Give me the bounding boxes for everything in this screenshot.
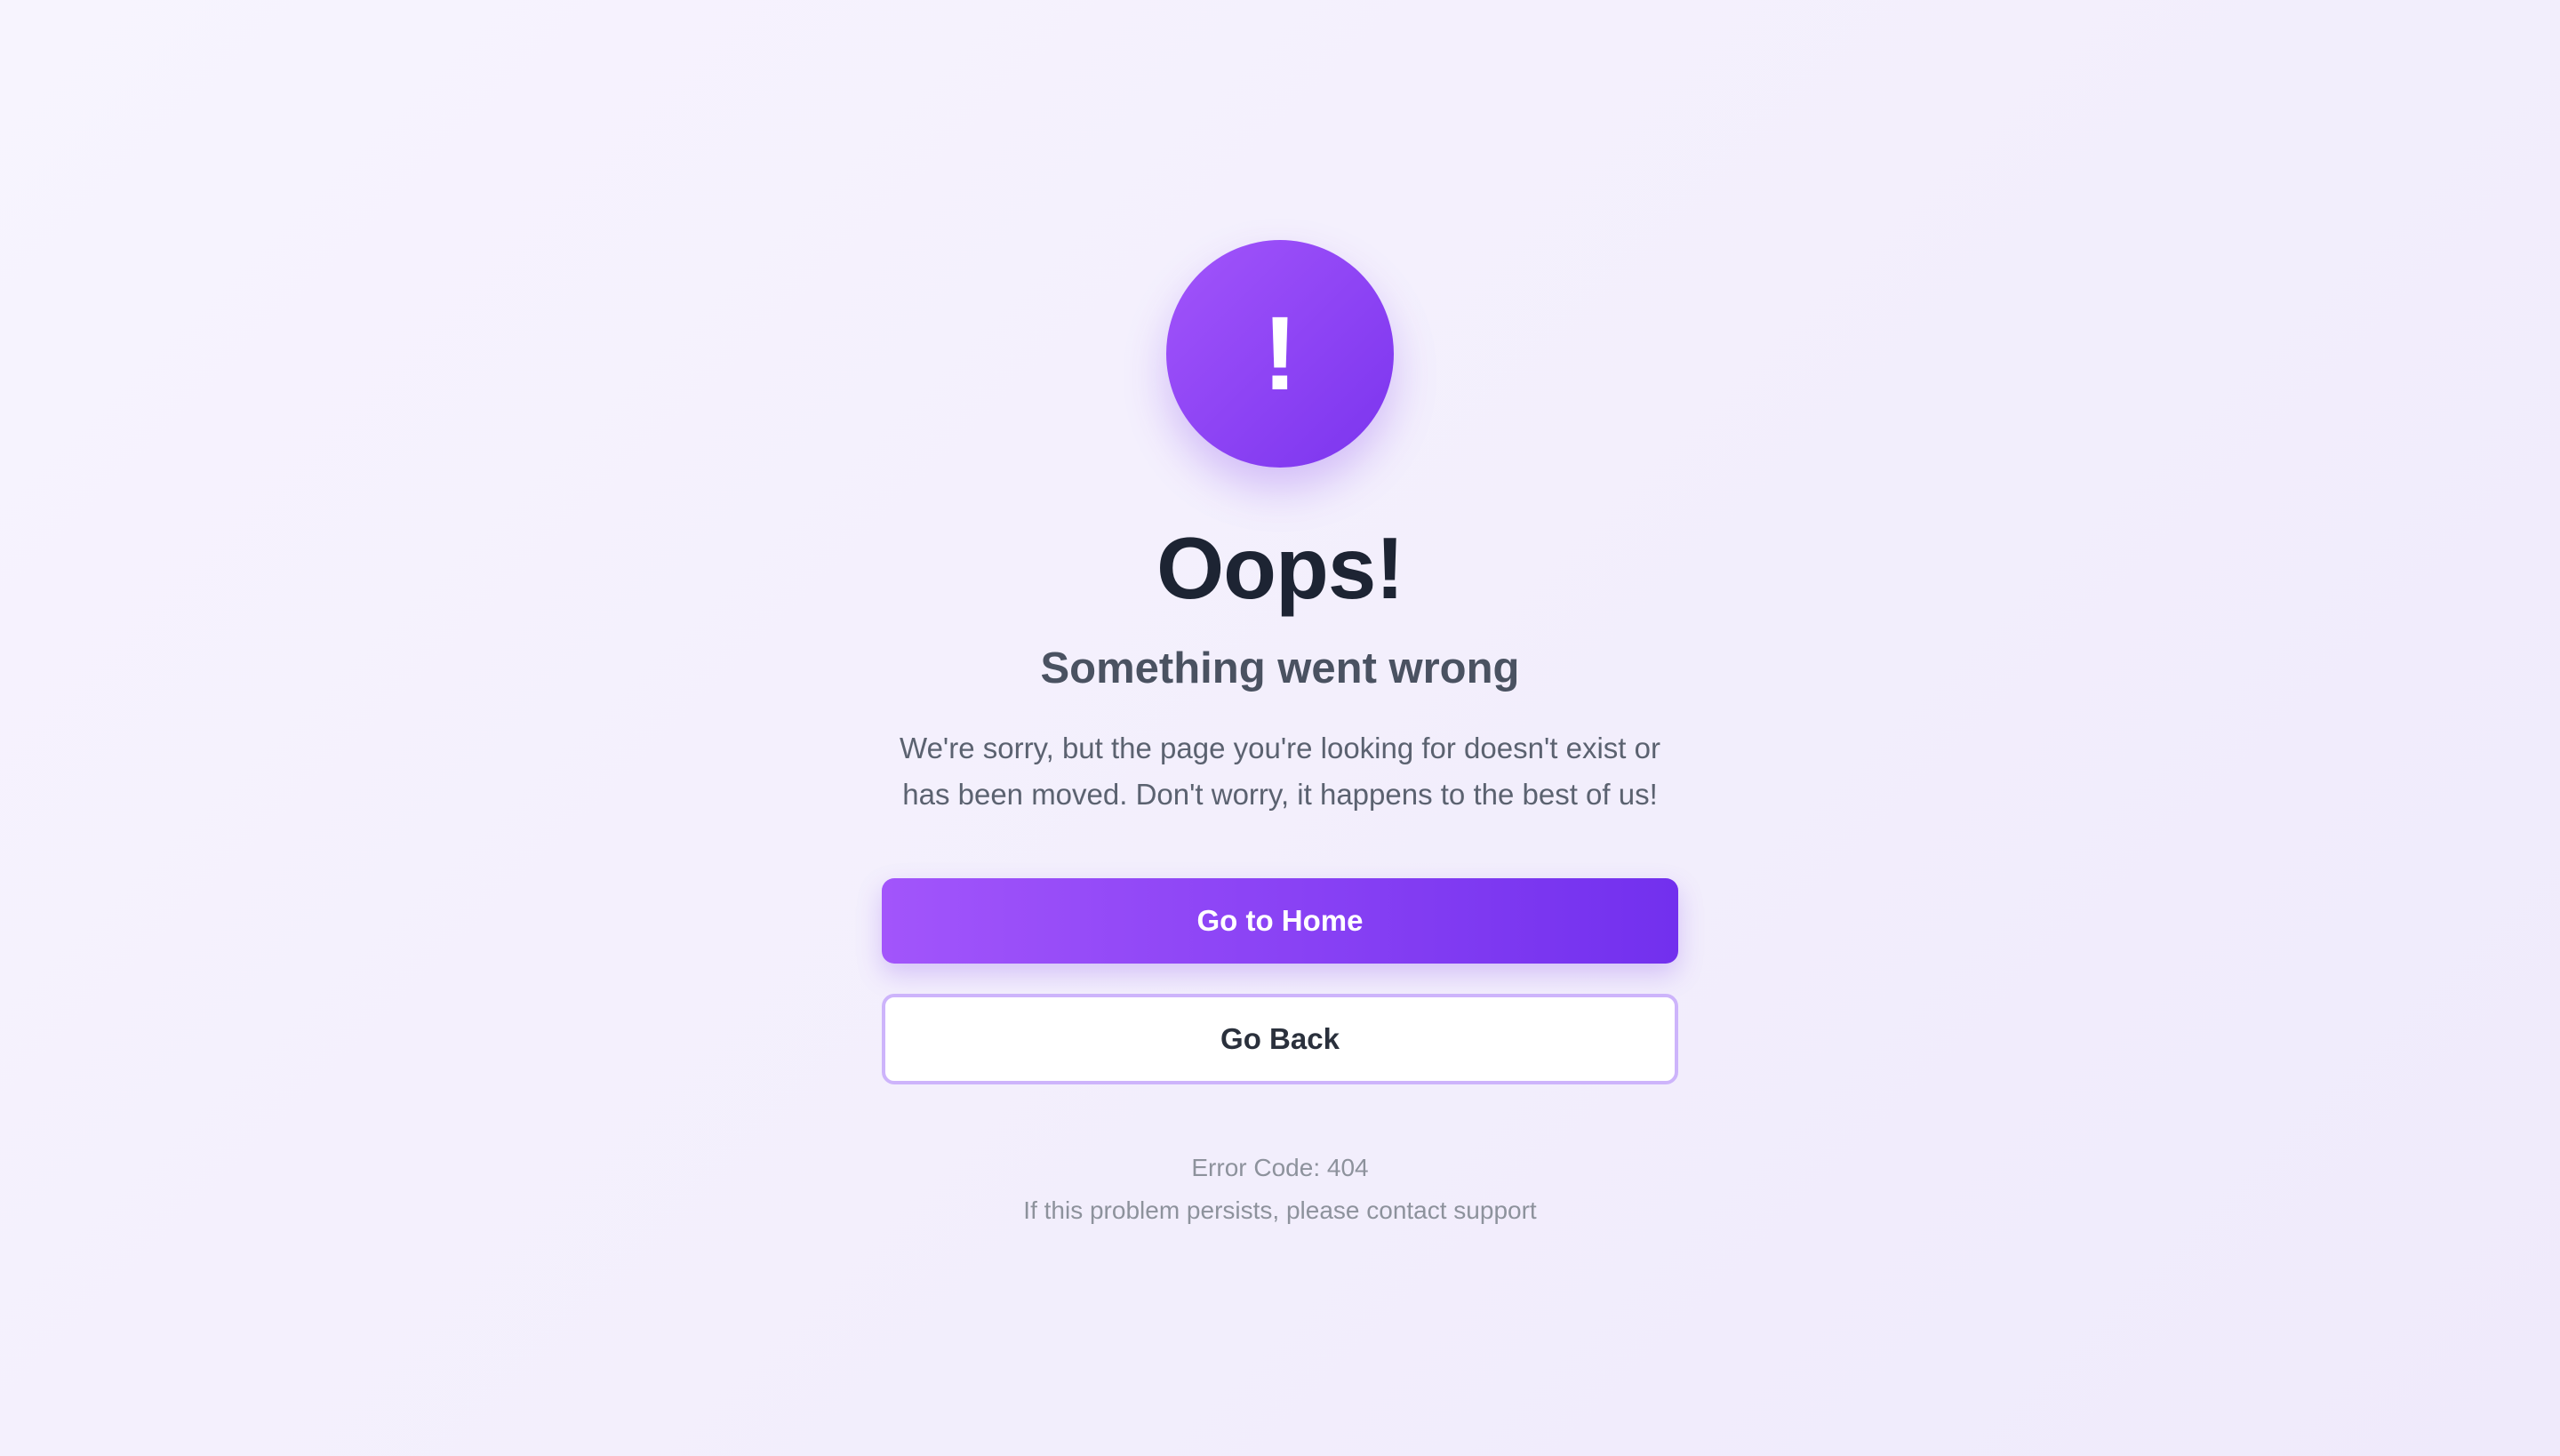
page-subtitle: Something went wrong	[1040, 644, 1520, 692]
go-home-button[interactable]: Go to Home	[882, 877, 1678, 964]
go-back-button[interactable]: Go Back	[882, 993, 1678, 1084]
error-footer: Error Code: 404 If this problem persists…	[1023, 1147, 1536, 1232]
error-message: We're sorry, but the page you're looking…	[900, 731, 1660, 811]
error-page: ! Oops! Something went wrong We're sorry…	[0, 0, 2560, 1456]
exclamation-icon: !	[1166, 240, 1394, 468]
support-note: If this problem persists, please contact…	[1023, 1196, 1537, 1224]
error-panel: ! Oops! Something went wrong We're sorry…	[882, 240, 1678, 1232]
page-title: Oops!	[1156, 519, 1404, 617]
exclamation-glyph: !	[1262, 295, 1298, 412]
error-code: Error Code: 404	[1191, 1153, 1369, 1181]
